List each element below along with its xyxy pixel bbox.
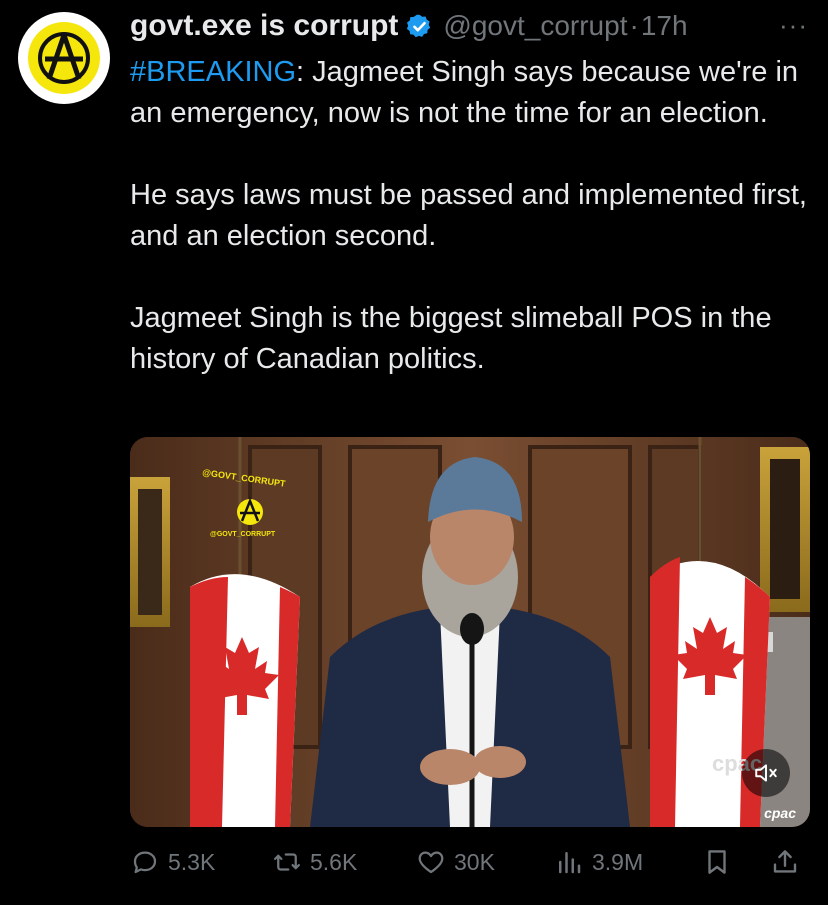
- author-avatar[interactable]: [18, 12, 110, 104]
- like-button[interactable]: 30K: [416, 840, 495, 884]
- more-options-icon[interactable]: ···: [779, 10, 808, 41]
- tweet-timestamp[interactable]: 17h: [641, 10, 688, 42]
- tweet-body: #BREAKING: Jagmeet Singh says because we…: [130, 52, 820, 421]
- reply-button[interactable]: 5.3K: [130, 840, 215, 884]
- broadcaster-corner-label: cpac: [764, 805, 796, 821]
- mute-button[interactable]: [742, 749, 790, 797]
- tweet-paragraph-2: He says laws must be passed and implemen…: [130, 179, 807, 252]
- author-handle[interactable]: @govt_corrupt: [443, 10, 627, 42]
- repost-button[interactable]: 5.6K: [272, 840, 357, 884]
- hashtag-link[interactable]: #BREAKING: [130, 56, 296, 88]
- views-icon: [559, 852, 581, 874]
- author-name[interactable]: govt.exe is corrupt: [130, 9, 398, 43]
- video-frame: [130, 437, 810, 827]
- bookmark-icon: [708, 850, 726, 874]
- video-player[interactable]: @GOVT_CORRUPT @GOVT_CORRUPT cpac cpac: [130, 437, 810, 827]
- watermark-logo: [237, 497, 263, 525]
- tweet-paragraph-1: #BREAKING: Jagmeet Singh says because we…: [130, 52, 820, 134]
- heart-icon: [418, 851, 444, 874]
- tweet-header: govt.exe is corrupt @govt_corrupt · 17h …: [130, 6, 814, 46]
- like-count: 30K: [454, 848, 495, 875]
- repost-count: 5.6K: [310, 848, 358, 875]
- verified-badge-icon[interactable]: [406, 13, 433, 40]
- anarchy-logo-icon: [28, 22, 100, 94]
- watermark-text-bottom: @GOVT_CORRUPT: [210, 531, 276, 538]
- repost-icon: [274, 853, 300, 871]
- reply-icon: [133, 851, 157, 874]
- separator-dot: ·: [629, 10, 639, 41]
- views-button[interactable]: 3.9M: [554, 840, 643, 884]
- reply-count: 5.3K: [168, 848, 216, 875]
- bookmark-button[interactable]: [702, 840, 740, 884]
- tweet-action-bar: 5.3K 5.6K 30K 3.9M: [130, 840, 820, 884]
- mute-icon: [755, 764, 777, 782]
- tweet-paragraph-3: Jagmeet Singh is the biggest slimeball P…: [130, 302, 772, 375]
- share-icon: [773, 850, 797, 873]
- share-button[interactable]: [770, 840, 808, 884]
- views-count: 3.9M: [592, 848, 644, 875]
